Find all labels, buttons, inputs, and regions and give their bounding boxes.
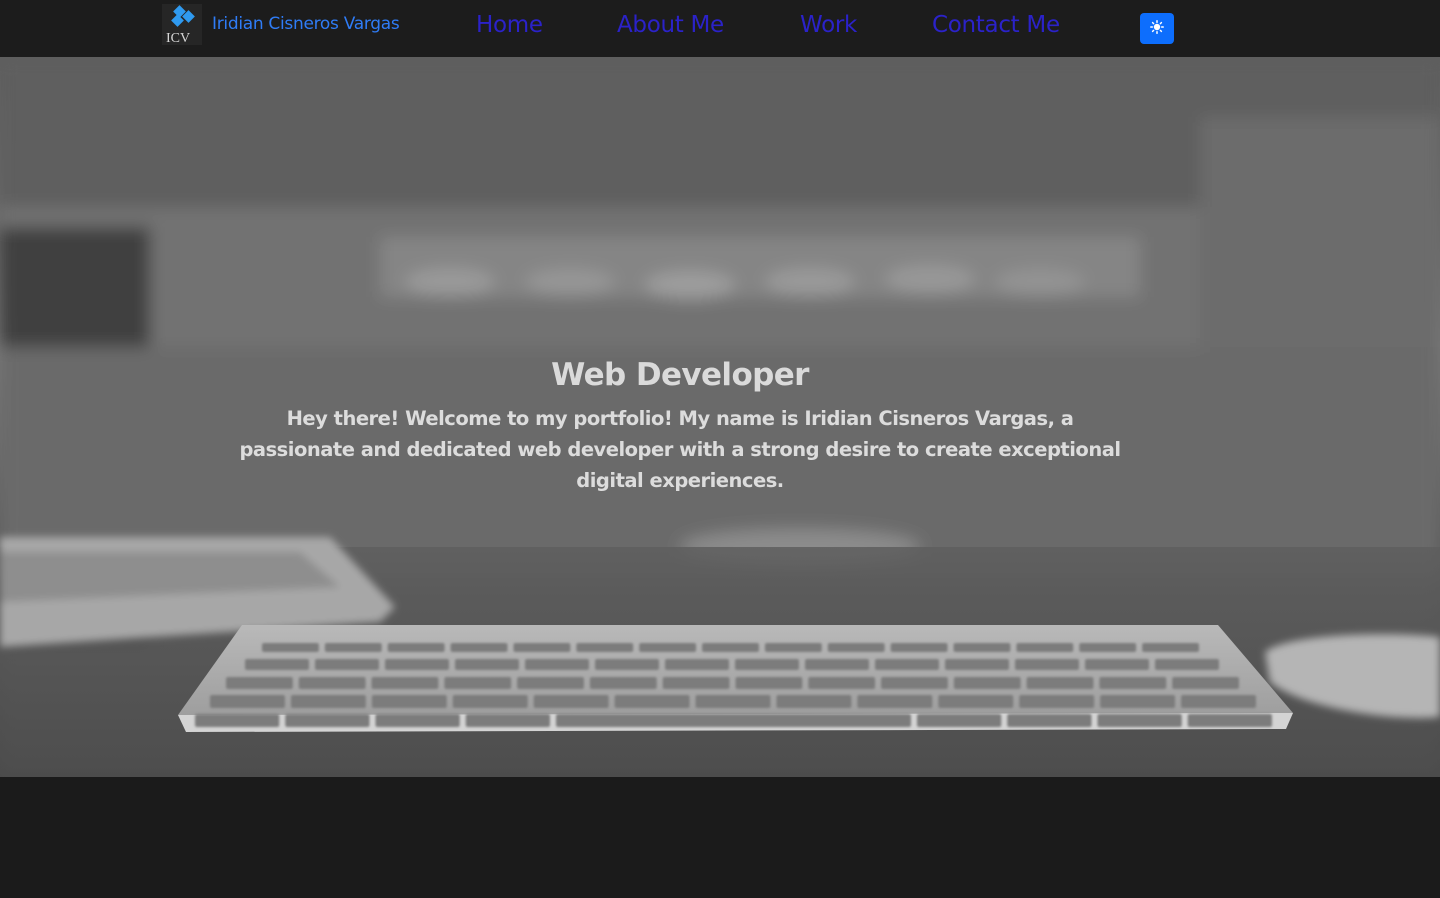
keyboard-key: [953, 643, 1011, 652]
keyboard-key: [917, 714, 1002, 727]
keyboard-key: [525, 659, 589, 670]
keyboard-key: [1172, 677, 1239, 689]
keyboard-key: [938, 695, 1014, 708]
keyboard-key: [195, 714, 280, 727]
keyboard-key: [764, 643, 822, 652]
brand-logo: ICV: [162, 4, 202, 45]
keyboard-key: [375, 714, 460, 727]
keyboard-key: [371, 695, 447, 708]
keyboard-key: [1181, 695, 1256, 708]
keyboard-key: [226, 677, 293, 689]
keyboard-key: [881, 677, 948, 689]
keyboard-key: [875, 659, 939, 670]
keyboard-key: [385, 659, 449, 670]
keyboard-key: [805, 659, 869, 670]
keyboard-key: [517, 677, 584, 689]
keyboard-key: [614, 695, 690, 708]
keyboard-key: [1142, 643, 1199, 652]
keyboard-key: [1187, 714, 1272, 727]
keyboard-key: [735, 659, 799, 670]
keyboard-key: [455, 659, 519, 670]
nav-link-about-me[interactable]: About Me: [617, 12, 724, 38]
keyboard-key: [735, 677, 803, 689]
keyboard-key: [665, 659, 729, 670]
keyboard-key: [1007, 714, 1092, 727]
page-bottom-area: [0, 777, 1440, 898]
navbar: ICV Iridian Cisneros Vargas Home About M…: [0, 0, 1440, 57]
keyboard-key: [262, 643, 319, 652]
theme-toggle-button[interactable]: [1140, 13, 1174, 44]
nav-link-home[interactable]: Home: [476, 12, 543, 38]
keyboard-key: [702, 643, 759, 652]
hero-section: Web Developer Hey there! Welcome to my p…: [0, 57, 1440, 777]
keyboard-key: [1099, 677, 1167, 689]
keyboard-key: [444, 677, 512, 689]
keyboard-key: [857, 695, 933, 708]
keyboard-key: [513, 643, 571, 652]
keyboard-key: [1019, 695, 1095, 708]
keyboard-key: [1079, 643, 1137, 652]
keyboard-key: [298, 677, 366, 689]
keyboard-key: [324, 643, 382, 652]
keyboard-key: [371, 677, 439, 689]
keyboard-key: [1015, 659, 1079, 670]
hero-title: Web Developer: [551, 357, 809, 393]
nav-link-work[interactable]: Work: [800, 12, 857, 38]
keyboard-key: [589, 677, 657, 689]
keyboard-key: [1026, 677, 1094, 689]
keyboard-key: [387, 643, 445, 652]
keyboard-key: [315, 659, 379, 670]
nav-link-contact-me[interactable]: Contact Me: [932, 12, 1060, 38]
keyboard-key: [450, 643, 508, 652]
keyboard-key: [533, 695, 609, 708]
keyboard-key: [827, 643, 885, 652]
keyboard-key: [1085, 659, 1149, 670]
hero-text: Hey there! Welcome to my portfolio! My n…: [239, 407, 1121, 492]
keyboard-key: [890, 643, 948, 652]
keyboard-key: [465, 714, 550, 727]
keyboard-key: [1097, 714, 1182, 727]
keyboard-key: [576, 643, 634, 652]
keyboard-key: [945, 659, 1009, 670]
keyboard-key: [1016, 643, 1074, 652]
sun-icon: [1150, 20, 1164, 37]
keyboard-key: [556, 714, 911, 727]
keyboard-key: [1155, 659, 1219, 670]
brand-link[interactable]: ICV Iridian Cisneros Vargas: [162, 4, 400, 45]
keyboard-key: [452, 695, 528, 708]
keyboard-key: [695, 695, 771, 708]
keyboard-key: [639, 643, 697, 652]
brand-name: Iridian Cisneros Vargas: [212, 13, 400, 34]
keyboard-key: [595, 659, 659, 670]
keyboard-key: [1100, 695, 1176, 708]
keyboard-key: [210, 695, 285, 708]
keyboard-key: [776, 695, 852, 708]
keyboard-key: [290, 695, 366, 708]
keyboard-key: [808, 677, 876, 689]
keyboard-key: [245, 659, 309, 670]
keyboard-key: [662, 677, 730, 689]
keyboard-key: [953, 677, 1021, 689]
keyboard-key: [285, 714, 370, 727]
brand-logo-text: ICV: [166, 31, 190, 45]
